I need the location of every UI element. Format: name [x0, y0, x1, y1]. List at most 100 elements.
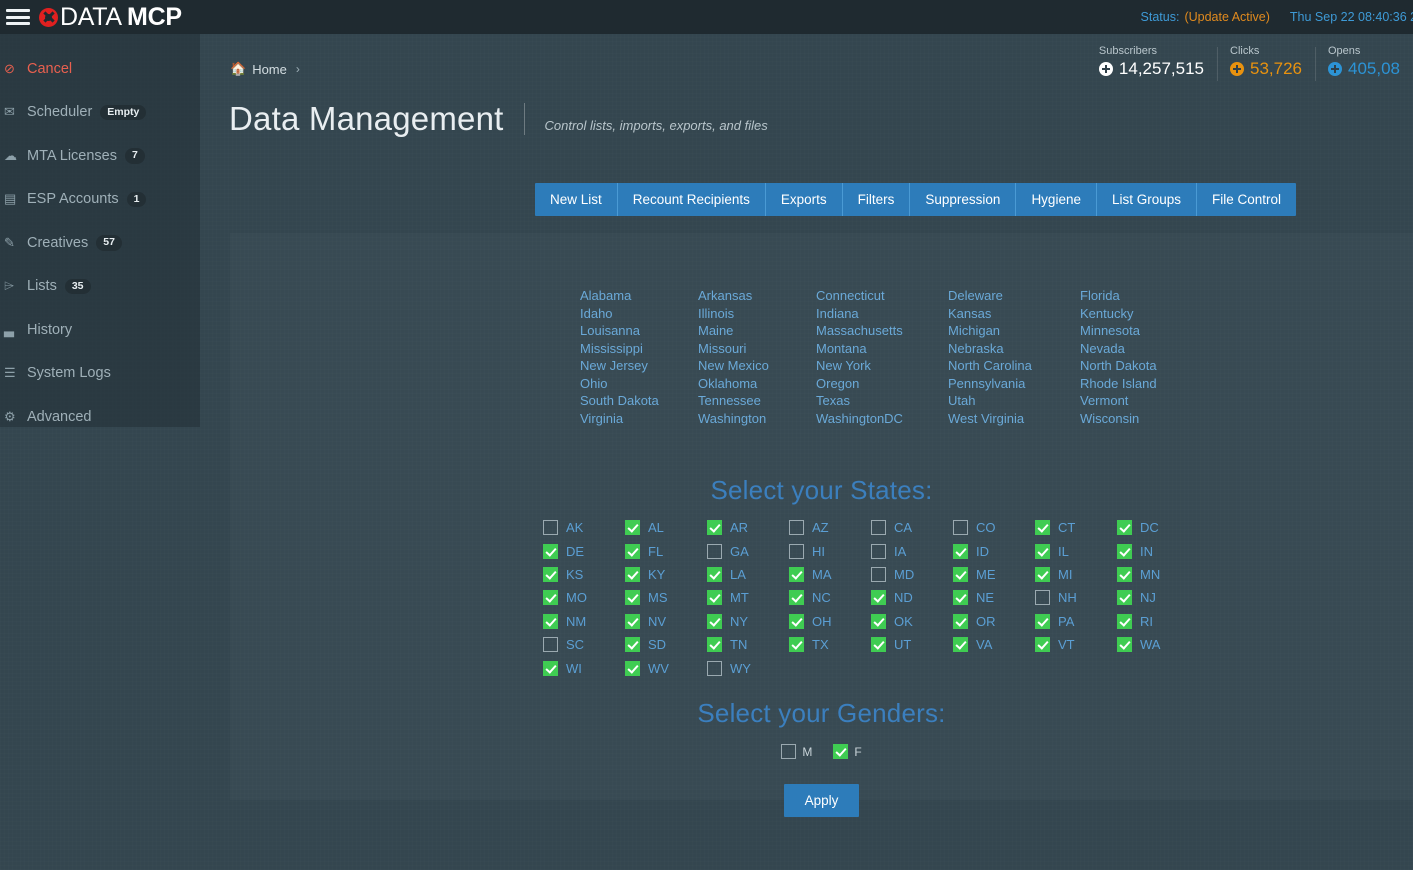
state-checkbox-cell-va[interactable]: VA — [953, 633, 1035, 656]
state-name-link[interactable]: Massachusetts — [816, 322, 948, 340]
state-name-link[interactable]: Ohio — [580, 375, 698, 393]
gender-checkbox-f[interactable] — [833, 744, 849, 760]
state-checkbox-ct[interactable] — [1035, 520, 1050, 536]
state-checkbox-cell-ma[interactable]: MA — [789, 563, 871, 586]
state-checkbox-ms[interactable] — [625, 590, 640, 606]
state-name-link[interactable]: Texas — [816, 392, 948, 410]
state-checkbox-cell-nd[interactable]: ND — [871, 586, 953, 609]
state-checkbox-vt[interactable] — [1035, 637, 1050, 653]
state-checkbox-id[interactable] — [953, 543, 968, 559]
state-checkbox-cell-nc[interactable]: NC — [789, 586, 871, 609]
state-checkbox-hi[interactable] — [789, 543, 804, 559]
state-name-link[interactable]: Minnesota — [1080, 322, 1212, 340]
state-name-link[interactable]: Louisanna — [580, 322, 698, 340]
state-name-link[interactable]: North Carolina — [948, 357, 1080, 375]
state-checkbox-ut[interactable] — [871, 637, 886, 653]
state-checkbox-cell-mn[interactable]: MN — [1117, 563, 1199, 586]
state-checkbox-cell-oh[interactable]: OH — [789, 610, 871, 633]
state-checkbox-cell-ia[interactable]: IA — [871, 539, 953, 562]
state-checkbox-wy[interactable] — [707, 660, 722, 676]
state-checkbox-tx[interactable] — [789, 637, 804, 653]
state-name-link[interactable]: Deleware — [948, 287, 1080, 305]
gender-checkbox-cell-f[interactable]: F — [833, 740, 862, 763]
state-checkbox-cell-wi[interactable]: WI — [543, 656, 625, 679]
state-checkbox-in[interactable] — [1117, 543, 1132, 559]
state-name-link[interactable]: Florida — [1080, 287, 1212, 305]
sidebar-item-history[interactable]: ▃ History — [0, 308, 200, 352]
sidebar-item-system-logs[interactable]: ☰ System Logs — [0, 352, 200, 396]
state-name-link[interactable]: Utah — [948, 392, 1080, 410]
state-name-link[interactable]: West Virginia — [948, 410, 1080, 428]
state-checkbox-cell-ar[interactable]: AR — [707, 516, 789, 539]
state-checkbox-nv[interactable] — [625, 613, 640, 629]
state-checkbox-dc[interactable] — [1117, 520, 1132, 536]
sidebar-item-cancel[interactable]: ⊘ Cancel — [0, 47, 200, 91]
apply-button[interactable]: Apply — [783, 784, 860, 817]
state-checkbox-nd[interactable] — [871, 590, 886, 606]
state-name-link[interactable]: Wisconsin — [1080, 410, 1212, 428]
tab-hygiene[interactable]: Hygiene — [1016, 183, 1097, 216]
state-checkbox-cell-ms[interactable]: MS — [625, 586, 707, 609]
state-checkbox-cell-nh[interactable]: NH — [1035, 586, 1117, 609]
tab-exports[interactable]: Exports — [766, 183, 843, 216]
state-checkbox-cell-mo[interactable]: MO — [543, 586, 625, 609]
state-checkbox-cell-ky[interactable]: KY — [625, 563, 707, 586]
state-checkbox-cell-or[interactable]: OR — [953, 610, 1035, 633]
state-checkbox-or[interactable] — [953, 613, 968, 629]
state-name-link[interactable]: Washington — [698, 410, 816, 428]
state-name-link[interactable]: Nevada — [1080, 340, 1212, 358]
state-checkbox-mi[interactable] — [1035, 566, 1050, 582]
sidebar-item-scheduler[interactable]: ✉ Scheduler Empty — [0, 91, 200, 135]
state-checkbox-wi[interactable] — [543, 660, 558, 676]
state-checkbox-cell-az[interactable]: AZ — [789, 516, 871, 539]
state-checkbox-ia[interactable] — [871, 543, 886, 559]
state-name-link[interactable]: Mississippi — [580, 340, 698, 358]
state-checkbox-ks[interactable] — [543, 566, 558, 582]
state-checkbox-cell-sd[interactable]: SD — [625, 633, 707, 656]
state-checkbox-az[interactable] — [789, 520, 804, 536]
state-name-link[interactable]: Vermont — [1080, 392, 1212, 410]
state-checkbox-mn[interactable] — [1117, 566, 1132, 582]
state-name-link[interactable]: New Jersey — [580, 357, 698, 375]
state-name-link[interactable]: Pennsylvania — [948, 375, 1080, 393]
state-checkbox-cell-ny[interactable]: NY — [707, 610, 789, 633]
state-checkbox-oh[interactable] — [789, 613, 804, 629]
state-name-link[interactable]: Arkansas — [698, 287, 816, 305]
tab-list-groups[interactable]: List Groups — [1097, 183, 1197, 216]
state-checkbox-wa[interactable] — [1117, 637, 1132, 653]
breadcrumb-home-link[interactable]: Home — [252, 62, 287, 77]
state-name-link[interactable]: Indiana — [816, 305, 948, 323]
state-name-link[interactable]: North Dakota — [1080, 357, 1212, 375]
state-checkbox-cell-ct[interactable]: CT — [1035, 516, 1117, 539]
state-checkbox-cell-ak[interactable]: AK — [543, 516, 625, 539]
state-checkbox-cell-ga[interactable]: GA — [707, 539, 789, 562]
app-logo[interactable]: DATA MCP — [39, 0, 182, 34]
state-name-link[interactable]: South Dakota — [580, 392, 698, 410]
state-checkbox-va[interactable] — [953, 637, 968, 653]
state-checkbox-md[interactable] — [871, 566, 886, 582]
tab-file-control[interactable]: File Control — [1197, 183, 1296, 216]
state-checkbox-cell-ut[interactable]: UT — [871, 633, 953, 656]
state-checkbox-de[interactable] — [543, 543, 558, 559]
sidebar-item-creatives[interactable]: ✎ Creatives 57 — [0, 221, 200, 265]
state-name-link[interactable]: Maine — [698, 322, 816, 340]
state-name-link[interactable]: Oklahoma — [698, 375, 816, 393]
tab-suppression[interactable]: Suppression — [910, 183, 1017, 216]
state-checkbox-ne[interactable] — [953, 590, 968, 606]
state-name-link[interactable]: WashingtonDC — [816, 410, 948, 428]
tab-new-list[interactable]: New List — [535, 183, 618, 216]
state-checkbox-il[interactable] — [1035, 543, 1050, 559]
state-checkbox-cell-me[interactable]: ME — [953, 563, 1035, 586]
state-checkbox-cell-nj[interactable]: NJ — [1117, 586, 1199, 609]
state-checkbox-cell-wa[interactable]: WA — [1117, 633, 1199, 656]
state-name-link[interactable]: New York — [816, 357, 948, 375]
state-checkbox-cell-fl[interactable]: FL — [625, 539, 707, 562]
state-checkbox-co[interactable] — [953, 520, 968, 536]
state-checkbox-ar[interactable] — [707, 520, 722, 536]
state-checkbox-nh[interactable] — [1035, 590, 1050, 606]
gender-checkbox-m[interactable] — [781, 744, 797, 760]
state-checkbox-nj[interactable] — [1117, 590, 1132, 606]
state-checkbox-cell-vt[interactable]: VT — [1035, 633, 1117, 656]
sidebar-item-advanced[interactable]: ⚙ Advanced — [0, 395, 200, 439]
state-checkbox-cell-sc[interactable]: SC — [543, 633, 625, 656]
